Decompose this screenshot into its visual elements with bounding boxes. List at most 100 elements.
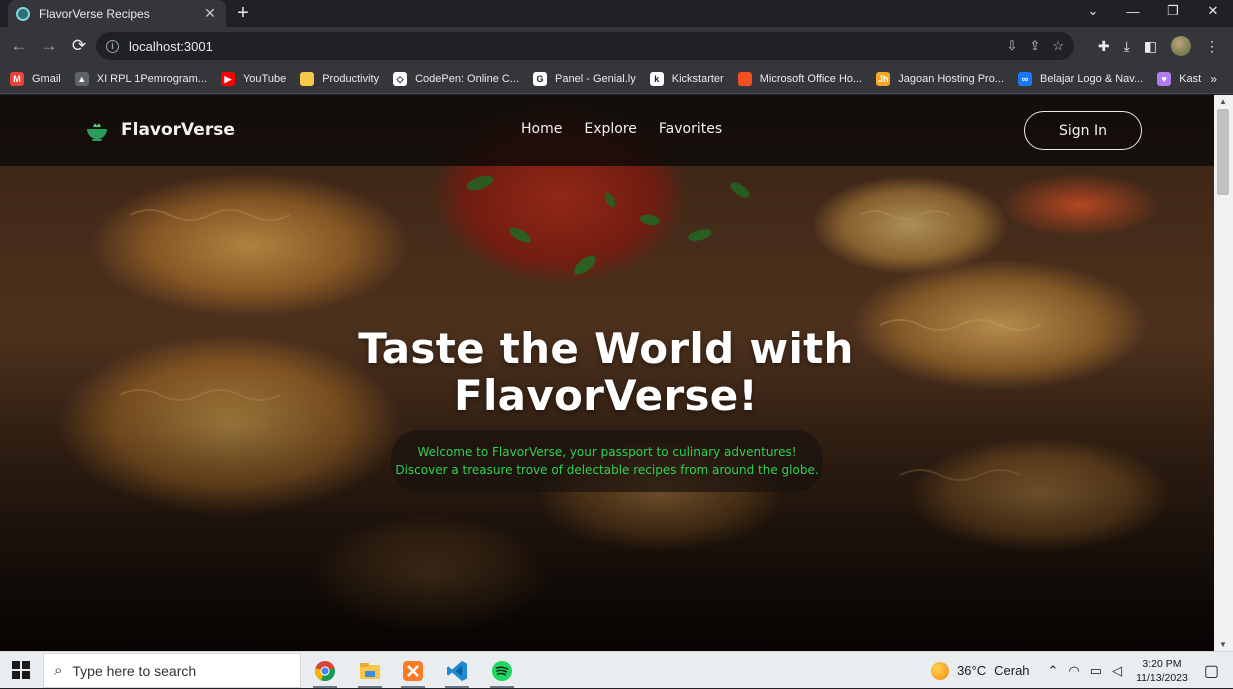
browser-tab-strip: FlavorVerse Recipes ✕ + ⌄ — ❐ ✕ <box>0 0 1233 27</box>
tab-search-icon[interactable]: ⌄ <box>1073 0 1113 22</box>
bookmark-item[interactable]: ♥ Kast <box>1157 72 1201 86</box>
taskbar-spotify[interactable] <box>482 654 522 688</box>
meta-icon: ∞ <box>1018 72 1033 86</box>
bookmark-item[interactable]: G Panel - Genial.ly <box>533 72 636 86</box>
downloads-icon[interactable]: ⤓ <box>1124 38 1130 55</box>
hero-subtitle-box: Welcome to FlavorVerse, your passport to… <box>391 430 823 492</box>
bookmark-label: XI RPL 1Pemrogram... <box>96 73 207 85</box>
bookmark-label: CodePen: Online C... <box>415 73 520 85</box>
weather-condition: Cerah <box>994 663 1030 678</box>
scroll-thumb[interactable] <box>1217 109 1229 195</box>
windows-taskbar: ⌕ Type here to search 36°C Cerah ⌃ ◠ ▭ ◁… <box>0 651 1233 688</box>
scroll-up-arrow-icon[interactable]: ▲ <box>1219 97 1227 106</box>
bookmark-star-icon[interactable]: ☆ <box>1052 38 1064 54</box>
wifi-icon[interactable]: ◠ <box>1068 663 1079 679</box>
close-tab-icon[interactable]: ✕ <box>202 5 218 22</box>
tab-title: FlavorVerse Recipes <box>39 6 150 21</box>
classroom-icon: ▲ <box>74 72 89 86</box>
bookmark-item[interactable]: ◇ CodePen: Online C... <box>393 72 519 86</box>
scroll-down-arrow-icon[interactable]: ▼ <box>1219 640 1227 649</box>
taskbar-xampp[interactable] <box>393 654 433 688</box>
bookmark-item[interactable]: Microsoft Office Ho... <box>737 72 863 86</box>
taskbar-vscode[interactable] <box>437 654 477 688</box>
taskbar-clock[interactable]: 3:20 PM 11/13/2023 <box>1136 657 1188 685</box>
chevron-up-icon[interactable]: ⌃ <box>1048 663 1059 679</box>
vscode-icon <box>447 661 467 681</box>
file-explorer-icon <box>360 663 380 679</box>
search-placeholder: Type here to search <box>72 662 197 679</box>
office-icon <box>737 72 752 86</box>
install-app-icon[interactable]: ⇩ <box>1007 38 1018 54</box>
extensions-puzzle-icon[interactable]: ✚ <box>1098 38 1110 55</box>
bookmark-label: Gmail <box>32 73 61 85</box>
volume-icon[interactable]: ◁ <box>1112 663 1122 679</box>
bookmark-item[interactable]: Jh Jagoan Hosting Pro... <box>876 72 1004 86</box>
jagoanhosting-icon: Jh <box>876 72 891 86</box>
profile-avatar[interactable] <box>1171 36 1191 56</box>
hero-title: Taste the World with FlavorVerse! <box>300 325 912 419</box>
weather-widget[interactable]: 36°C Cerah <box>931 661 1030 680</box>
bookmark-item[interactable]: ∞ Belajar Logo & Nav... <box>1018 72 1143 86</box>
minimize-button[interactable]: — <box>1113 0 1153 22</box>
address-bar[interactable]: i localhost:3001 ⇩ ⇪ ☆ <box>96 32 1074 60</box>
bookmark-label: Kickstarter <box>671 73 724 85</box>
genially-icon: G <box>533 72 548 86</box>
nav-link-home[interactable]: Home <box>521 121 562 137</box>
taskbar-chrome[interactable] <box>305 654 345 688</box>
browser-tab-active[interactable]: FlavorVerse Recipes ✕ <box>8 0 226 27</box>
clock-time: 3:20 PM <box>1142 657 1182 670</box>
new-tab-button[interactable]: + <box>232 2 254 24</box>
taskbar-file-explorer[interactable] <box>350 654 390 688</box>
url-text[interactable]: localhost:3001 <box>129 39 213 54</box>
react-favicon-icon <box>16 6 30 21</box>
page-scrollbar[interactable]: ▲ ▼ <box>1214 95 1233 651</box>
chrome-icon <box>314 661 336 682</box>
hero-title-line-1: Taste the World with <box>358 324 854 373</box>
bookmark-label: Microsoft Office Ho... <box>759 73 863 85</box>
codepen-icon: ◇ <box>393 72 408 86</box>
nav-link-explore[interactable]: Explore <box>584 121 637 137</box>
bowl-logo-icon <box>87 123 107 141</box>
taskbar-search-box[interactable]: ⌕ Type here to search <box>43 653 301 688</box>
windows-start-icon[interactable] <box>12 661 30 679</box>
reload-icon[interactable]: ⟳ <box>66 33 92 59</box>
kast-icon: ♥ <box>1157 72 1172 86</box>
bookmark-label: Jagoan Hosting Pro... <box>898 73 1005 85</box>
brand-logo-link[interactable]: FlavorVerse <box>84 117 235 143</box>
page-viewport: FlavorVerse Home Explore Favorites Sign … <box>0 95 1214 651</box>
notifications-icon[interactable]: ▢ <box>1204 661 1219 681</box>
youtube-icon: ▶ <box>220 72 235 86</box>
hero-title-line-2: FlavorVerse! <box>453 371 759 420</box>
bookmarks-overflow-icon[interactable]: » <box>1210 72 1217 86</box>
battery-icon[interactable]: ▭ <box>1090 663 1102 679</box>
hero-subtitle-line-2: Discover a treasure trove of delectable … <box>395 463 819 477</box>
primary-nav: Home Explore Favorites <box>521 121 722 137</box>
back-arrow-icon[interactable]: ← <box>6 33 32 59</box>
nav-link-favorites[interactable]: Favorites <box>659 121 722 137</box>
extension-area: ✚ ⤓ ◧ ⋮ <box>1098 27 1219 65</box>
bookmarks-bar: M Gmail ▲ XI RPL 1Pemrogram... ▶ YouTube Produ… <box>0 65 1233 94</box>
sign-in-button[interactable]: Sign In <box>1024 111 1142 150</box>
omnibox-actions: ⇩ ⇪ ☆ <box>1007 32 1064 60</box>
bookmark-item[interactable]: Productivity <box>300 72 379 86</box>
side-panel-icon[interactable]: ◧ <box>1144 38 1157 55</box>
site-info-icon[interactable]: i <box>106 39 119 53</box>
clock-date: 11/13/2023 <box>1136 671 1188 684</box>
brand-name: FlavorVerse <box>121 120 235 140</box>
bookmark-item[interactable]: M Gmail <box>10 72 61 86</box>
bookmark-label: Kast <box>1179 73 1202 85</box>
share-icon[interactable]: ⇪ <box>1029 38 1040 54</box>
restore-button[interactable]: ❐ <box>1153 0 1193 22</box>
search-icon: ⌕ <box>54 662 63 679</box>
close-window-button[interactable]: ✕ <box>1193 0 1233 22</box>
weather-temp: 36°C <box>957 663 987 678</box>
system-tray: 36°C Cerah ⌃ ◠ ▭ ◁ 3:20 PM 11/13/2023 ▢ <box>931 652 1233 689</box>
kickstarter-icon: k <box>649 72 664 86</box>
bookmark-item[interactable]: k Kickstarter <box>649 72 724 86</box>
bookmark-item[interactable]: ▲ XI RPL 1Pemrogram... <box>74 72 207 86</box>
menu-kebab-icon[interactable]: ⋮ <box>1205 38 1219 55</box>
bookmark-label: YouTube <box>242 73 287 85</box>
bookmark-item[interactable]: ▶ YouTube <box>220 72 287 86</box>
folder-icon <box>300 72 315 86</box>
forward-arrow-icon[interactable]: → <box>36 33 62 59</box>
